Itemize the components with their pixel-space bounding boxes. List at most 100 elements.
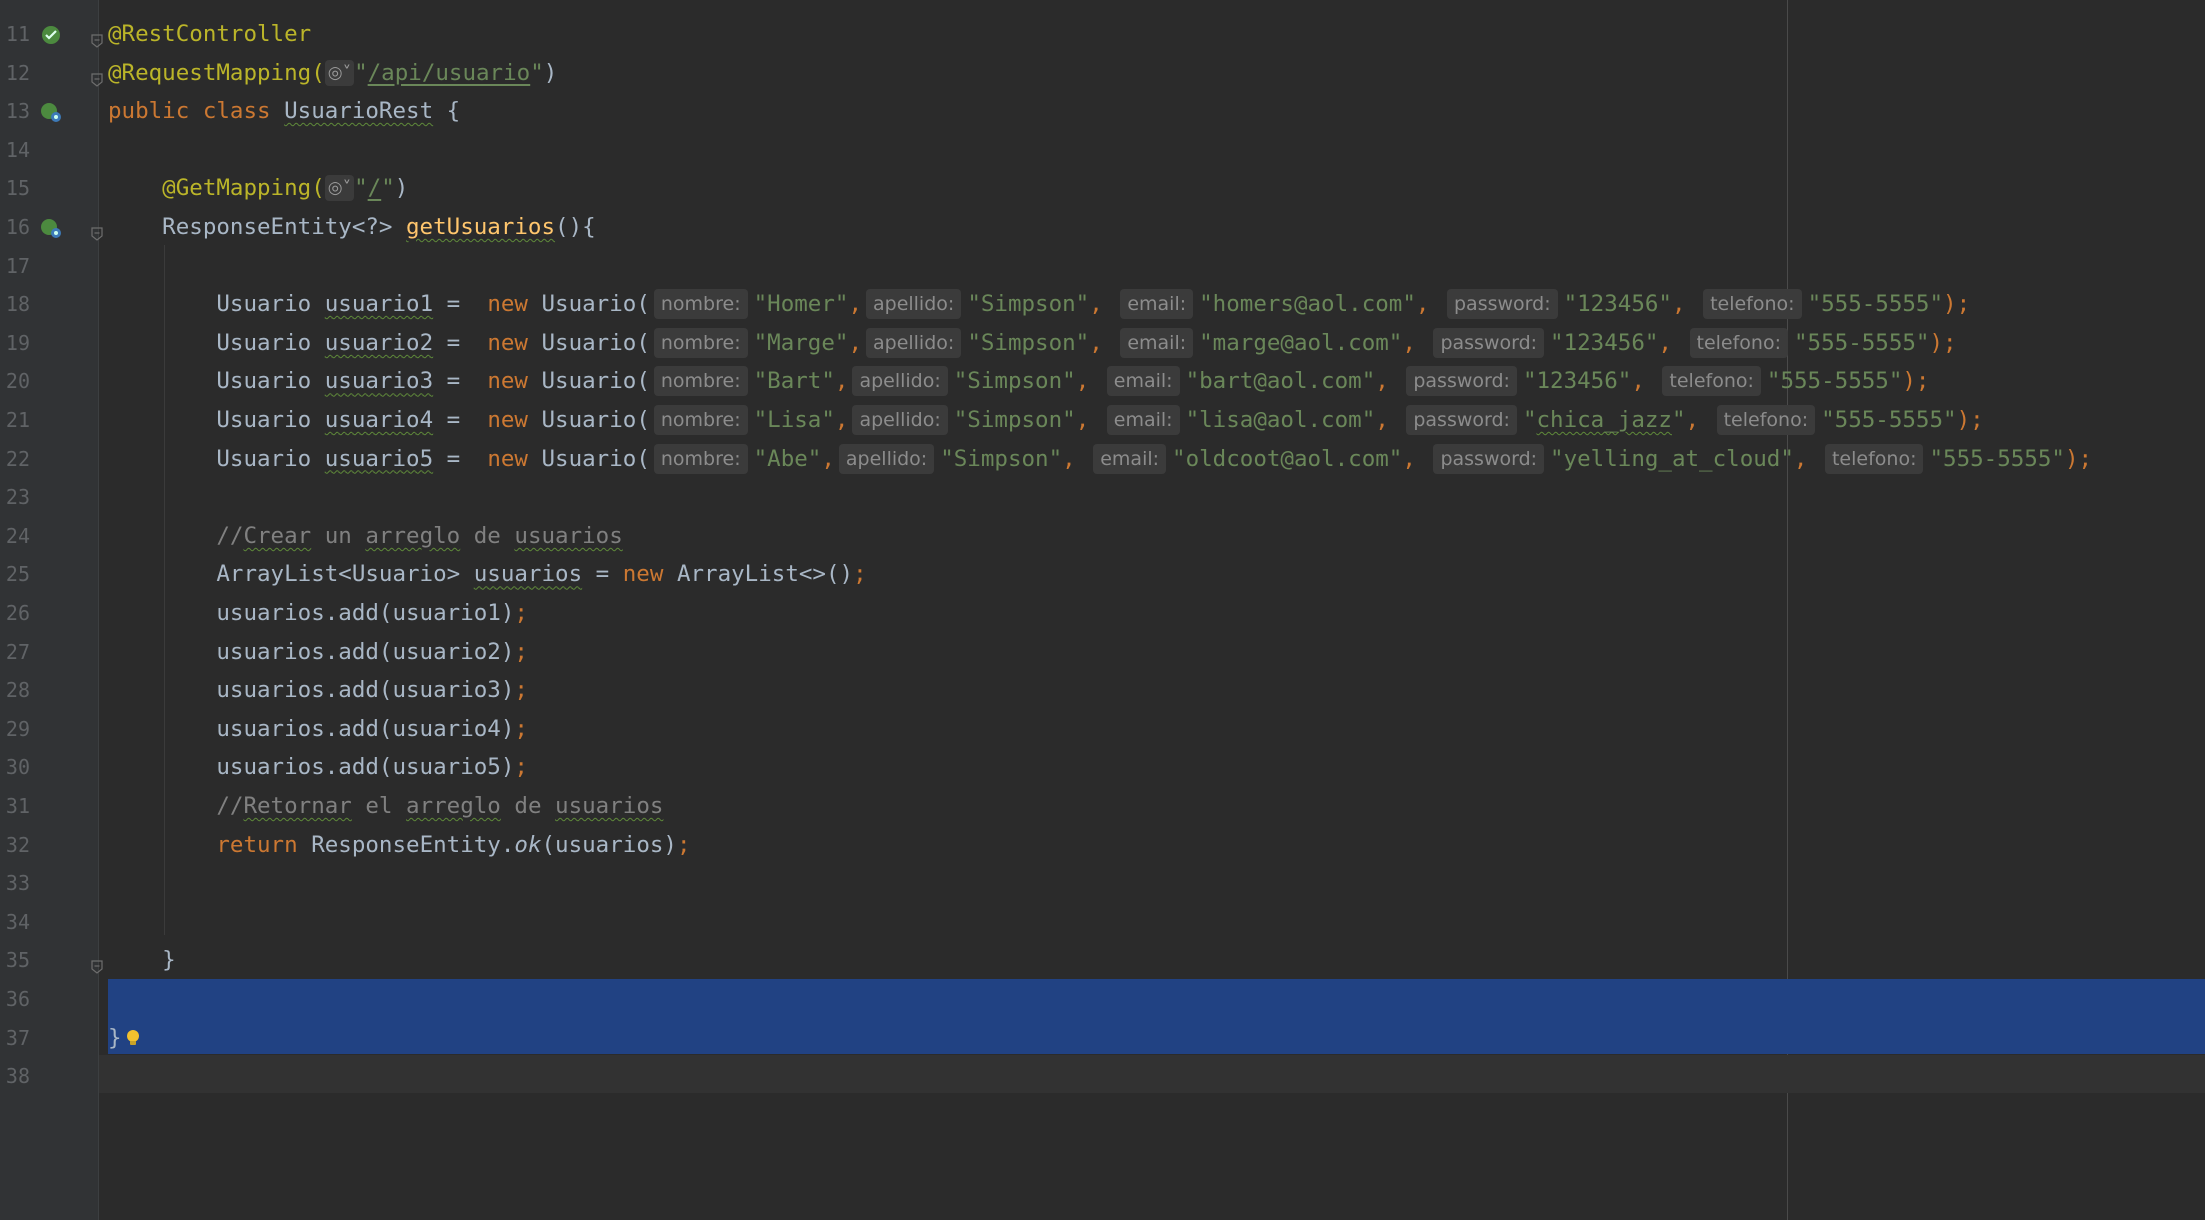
code-line[interactable]: 14 bbox=[0, 131, 2205, 170]
parameter-hint: password: bbox=[1406, 366, 1517, 397]
code-line[interactable]: 31 //Retornar el arreglo de usuarios bbox=[0, 787, 2205, 826]
endpoint-globe-icon[interactable]: ◎˅ bbox=[324, 59, 355, 86]
code-text[interactable]: Usuario usuario2 = new Usuario(nombre: "M… bbox=[108, 324, 1957, 363]
code-line[interactable]: 22 Usuario usuario5 = new Usuario(nombre… bbox=[0, 440, 2205, 479]
code-text[interactable]: //Retornar el arreglo de usuarios bbox=[108, 787, 663, 826]
code-text[interactable]: public class UsuarioRest { bbox=[108, 92, 460, 131]
code-line[interactable]: 18 Usuario usuario1 = new Usuario(nombre… bbox=[0, 285, 2205, 324]
code-line[interactable]: 24 //Crear un arreglo de usuarios bbox=[0, 517, 2205, 556]
line-number[interactable]: 16 bbox=[0, 208, 30, 247]
code-line[interactable]: 36 bbox=[0, 980, 2205, 1019]
line-number[interactable]: 19 bbox=[0, 324, 30, 363]
line-number[interactable]: 13 bbox=[0, 92, 30, 131]
code-text[interactable]: @RequestMapping(◎˅ "/api/usuario") bbox=[108, 54, 557, 93]
code-text[interactable]: } bbox=[108, 1019, 141, 1058]
code-line[interactable]: 30 usuarios.add(usuario5); bbox=[0, 748, 2205, 787]
code-text[interactable]: //Crear un arreglo de usuarios bbox=[108, 517, 622, 556]
line-number[interactable]: 24 bbox=[0, 517, 30, 556]
code-line[interactable]: 23 bbox=[0, 478, 2205, 517]
code-line[interactable]: 16 ResponseEntity<?> getUsuarios(){ bbox=[0, 208, 2205, 247]
line-number[interactable]: 18 bbox=[0, 285, 30, 324]
code-line[interactable]: 13 public class UsuarioRest { bbox=[0, 92, 2205, 131]
code-line[interactable]: 38 bbox=[0, 1057, 2205, 1096]
intention-bulb-icon[interactable] bbox=[125, 1021, 141, 1045]
code-line[interactable]: 27 usuarios.add(usuario2); bbox=[0, 633, 2205, 672]
code-editor[interactable]: 11 @RestController 12 @RequestMapping(◎˅ "/a… bbox=[0, 0, 2205, 1220]
code-line[interactable]: 15 @GetMapping(◎˅ "/") bbox=[0, 169, 2205, 208]
line-number[interactable]: 27 bbox=[0, 633, 30, 672]
code-line[interactable]: 26 usuarios.add(usuario1); bbox=[0, 594, 2205, 633]
code-text[interactable]: Usuario usuario5 = new Usuario(nombre: "A… bbox=[108, 440, 2092, 479]
line-number[interactable]: 25 bbox=[0, 555, 30, 594]
code-token: , bbox=[1631, 368, 1659, 395]
code-line[interactable]: 34 bbox=[0, 903, 2205, 942]
code-line[interactable]: 35 } bbox=[0, 941, 2205, 980]
line-number[interactable]: 12 bbox=[0, 54, 30, 93]
code-text[interactable]: Usuario usuario3 = new Usuario(nombre: "B… bbox=[108, 362, 1929, 401]
code-token: @RequestMapping( bbox=[108, 59, 325, 86]
line-number[interactable]: 33 bbox=[0, 864, 30, 903]
line-number[interactable]: 37 bbox=[0, 1019, 30, 1058]
line-number[interactable]: 11 bbox=[0, 15, 30, 54]
code-token: , bbox=[1402, 329, 1430, 356]
line-number[interactable]: 28 bbox=[0, 671, 30, 710]
spring-web-icon[interactable] bbox=[40, 217, 62, 239]
line-number[interactable]: 34 bbox=[0, 903, 30, 942]
fold-marker-icon[interactable] bbox=[91, 28, 103, 48]
code-text[interactable]: usuarios.add(usuario3); bbox=[108, 671, 528, 710]
line-number[interactable]: 30 bbox=[0, 748, 30, 787]
code-line[interactable]: 12 @RequestMapping(◎˅ "/api/usuario") bbox=[0, 54, 2205, 93]
fold-marker-icon[interactable] bbox=[91, 221, 103, 241]
code-line[interactable]: 17 bbox=[0, 247, 2205, 286]
code-line[interactable]: 19 Usuario usuario2 = new Usuario(nombre… bbox=[0, 324, 2205, 363]
line-number[interactable]: 29 bbox=[0, 710, 30, 749]
line-number[interactable]: 15 bbox=[0, 169, 30, 208]
code-token: Usuario bbox=[108, 407, 325, 433]
spring-web-icon[interactable] bbox=[40, 101, 62, 123]
line-number[interactable]: 17 bbox=[0, 247, 30, 286]
line-number[interactable]: 36 bbox=[0, 980, 30, 1019]
code-line[interactable]: 37} bbox=[0, 1019, 2205, 1058]
code-text[interactable]: Usuario usuario1 = new Usuario(nombre: "H… bbox=[108, 285, 1970, 324]
fold-marker-icon[interactable] bbox=[91, 67, 103, 87]
code-token: ); bbox=[1943, 291, 1971, 318]
code-line[interactable]: 20 Usuario usuario3 = new Usuario(nombre… bbox=[0, 362, 2205, 401]
code-text[interactable]: usuarios.add(usuario4); bbox=[108, 710, 528, 749]
code-text[interactable]: ArrayList<Usuario> usuarios = new ArrayL… bbox=[108, 555, 866, 594]
code-text[interactable]: usuarios.add(usuario1); bbox=[108, 594, 528, 633]
line-number[interactable]: 32 bbox=[0, 826, 30, 865]
code-text[interactable]: Usuario usuario4 = new Usuario(nombre: "L… bbox=[108, 401, 1984, 440]
code-line[interactable]: 25 ArrayList<Usuario> usuarios = new Arr… bbox=[0, 555, 2205, 594]
line-number[interactable]: 23 bbox=[0, 478, 30, 517]
fold-marker-icon[interactable] bbox=[91, 954, 103, 975]
code-token: "123456" bbox=[1522, 368, 1632, 395]
code-line[interactable]: 29 usuarios.add(usuario4); bbox=[0, 710, 2205, 749]
spring-bean-icon[interactable] bbox=[40, 24, 62, 46]
line-number[interactable]: 20 bbox=[0, 362, 30, 401]
line-number[interactable]: 21 bbox=[0, 401, 30, 440]
line-number[interactable]: 38 bbox=[0, 1057, 30, 1096]
code-line[interactable]: 28 usuarios.add(usuario3); bbox=[0, 671, 2205, 710]
code-line[interactable]: 21 Usuario usuario4 = new Usuario(nombre… bbox=[0, 401, 2205, 440]
code-line[interactable]: 32 return ResponseEntity.ok(usuarios); bbox=[0, 826, 2205, 865]
code-token: , bbox=[1793, 445, 1821, 472]
code-text[interactable]: @RestController bbox=[108, 15, 311, 54]
code-line[interactable]: 33 bbox=[0, 864, 2205, 903]
code-text[interactable]: @GetMapping(◎˅ "/") bbox=[108, 169, 408, 208]
code-token: "Marge" bbox=[753, 329, 849, 356]
code-text[interactable]: usuarios.add(usuario2); bbox=[108, 633, 528, 672]
code-text[interactable]: return ResponseEntity.ok(usuarios); bbox=[108, 826, 690, 865]
code-line[interactable]: 11 @RestController bbox=[0, 15, 2205, 54]
endpoint-globe-icon[interactable]: ◎˅ bbox=[324, 175, 355, 202]
code-token: "lisa@aol.com" bbox=[1185, 407, 1376, 433]
line-number[interactable]: 35 bbox=[0, 941, 30, 980]
code-token: " bbox=[1522, 407, 1537, 433]
code-text[interactable]: } bbox=[108, 941, 176, 980]
line-number[interactable]: 31 bbox=[0, 787, 30, 826]
code-token: , bbox=[1375, 368, 1403, 395]
line-number[interactable]: 14 bbox=[0, 131, 30, 170]
code-text[interactable]: ResponseEntity<?> getUsuarios(){ bbox=[108, 208, 596, 247]
line-number[interactable]: 22 bbox=[0, 440, 30, 479]
line-number[interactable]: 26 bbox=[0, 594, 30, 633]
code-text[interactable]: usuarios.add(usuario5); bbox=[108, 748, 528, 787]
